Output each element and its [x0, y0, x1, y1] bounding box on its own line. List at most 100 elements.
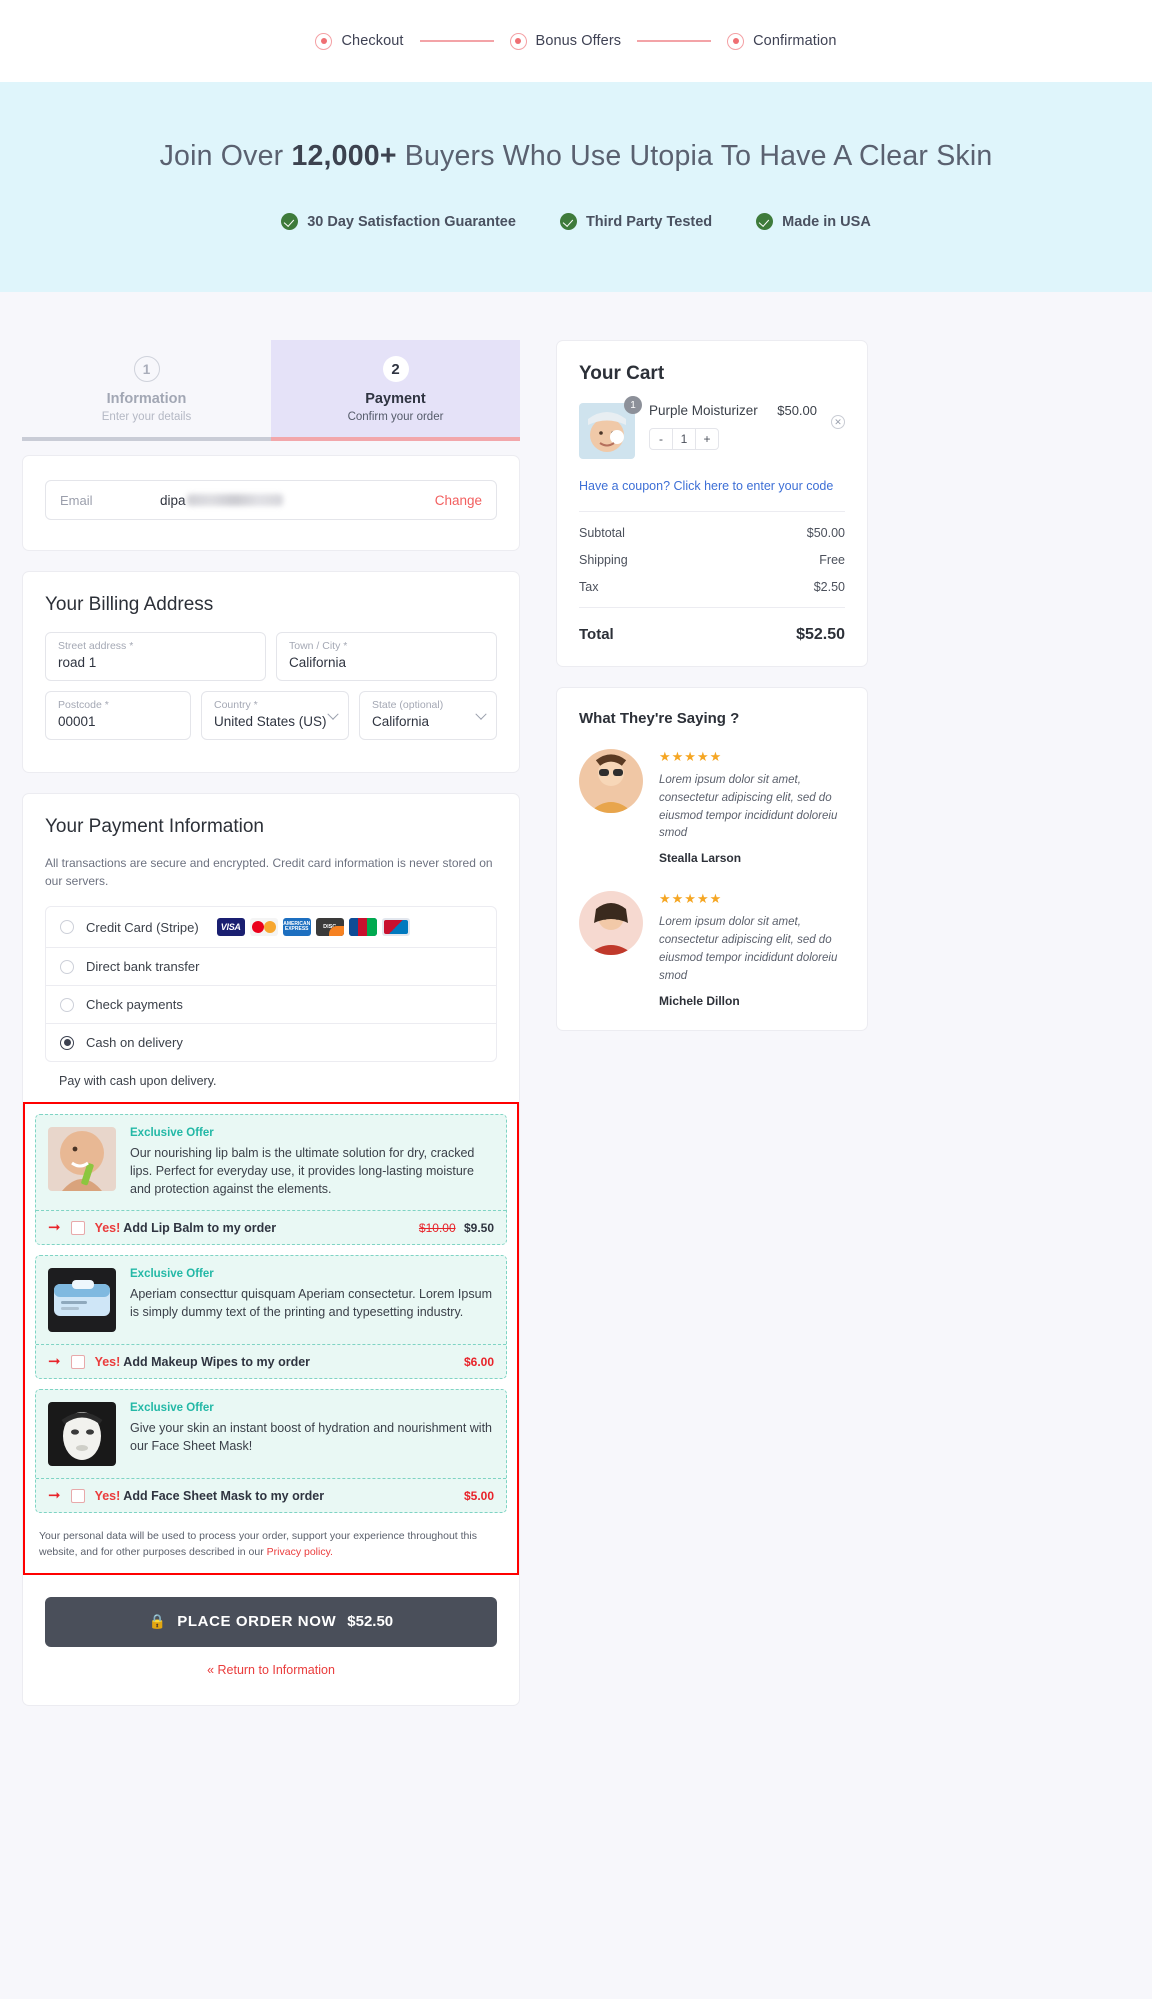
cart-total-row: Total $52.50 — [579, 622, 845, 644]
offer-image — [48, 1402, 116, 1467]
close-circle-icon[interactable]: ✕ — [831, 415, 845, 429]
progress-step-bonus-offers[interactable]: Bonus Offers — [509, 32, 622, 50]
testimonial-text: Lorem ipsum dolor sit amet, consectetur … — [659, 916, 838, 982]
cart-total-value: $52.50 — [796, 626, 845, 643]
qty-increase-button[interactable]: + — [696, 429, 718, 449]
cart-item-name: Purple Moisturizer — [649, 403, 758, 418]
hero-heading-pre: Join Over — [159, 140, 292, 172]
privacy-policy-link[interactable]: Privacy policy. — [267, 1546, 333, 1558]
cart-item-qty-badge: 1 — [624, 396, 642, 414]
offer-prices: $5.00 — [464, 1489, 494, 1503]
hero-heading: Join Over 12,000+ Buyers Who Use Utopia … — [0, 140, 1152, 173]
radio-icon[interactable] — [60, 959, 74, 974]
privacy-text: Your personal data will be used to proce… — [39, 1530, 477, 1558]
tab-title: Payment — [365, 391, 426, 407]
town-city-field[interactable]: Town / City * California — [276, 632, 497, 681]
card-brand-icons: VISA AMERICAN EXPRESS DISC — [216, 918, 410, 936]
payment-method-check[interactable]: Check payments — [46, 986, 496, 1024]
offer-checkbox[interactable] — [70, 1354, 85, 1369]
hero-heading-count: 12,000+ — [291, 140, 397, 172]
country-label: Country * — [214, 699, 258, 711]
payment-method-bank-transfer[interactable]: Direct bank transfer — [46, 948, 496, 986]
qty-decrease-button[interactable]: - — [650, 429, 672, 449]
email-row: Email dipa Change — [45, 480, 497, 520]
check-circle-icon — [559, 213, 577, 230]
offer-accept-row[interactable]: ➞ Yes! Add Makeup Wipes to my order $6.0… — [36, 1344, 506, 1378]
offer-prices: $6.00 — [464, 1355, 494, 1369]
country-select[interactable]: Country * United States (US) — [201, 691, 349, 740]
offer-checkbox[interactable] — [70, 1488, 85, 1503]
tab-subtitle: Enter your details — [101, 411, 192, 423]
offer-price: $5.00 — [463, 1488, 494, 1503]
state-select[interactable]: State (optional) California — [359, 691, 497, 740]
checkout-step-tabs: 1 Information Enter your details 2 Payme… — [22, 340, 520, 441]
offer-tag: Exclusive Offer — [130, 1268, 214, 1281]
checkout-progress-bar: Checkout Bonus Offers Confirmation — [0, 0, 1152, 82]
radio-icon-selected[interactable] — [60, 1035, 74, 1050]
tab-payment[interactable]: 2 Payment Confirm your order — [271, 340, 520, 441]
arrow-right-icon: ➞ — [48, 1487, 61, 1505]
progress-connector — [419, 40, 494, 42]
street-address-label: Street address * — [58, 640, 134, 652]
email-change-button[interactable]: Change — [435, 493, 482, 508]
town-city-value: California — [289, 655, 347, 670]
cart-line-item: 1 Purple Moisturizer $50.00 - 1 + ✕ — [579, 396, 845, 459]
payment-security-note: All transactions are secure and encrypte… — [45, 856, 493, 888]
offer-checkbox[interactable] — [70, 1220, 85, 1235]
offer-accept-text: Add Makeup Wipes to my order — [120, 1354, 311, 1369]
offer-price: $6.00 — [463, 1354, 494, 1369]
trust-badge-label: Made in USA — [782, 213, 871, 230]
place-order-label: PLACE ORDER NOW — [177, 1613, 337, 1631]
email-label: Email — [60, 492, 93, 508]
cart-tax-row: Tax $2.50 — [579, 580, 845, 594]
state-value: California — [372, 714, 430, 729]
jcb-icon — [348, 918, 377, 936]
tab-number: 2 — [382, 356, 409, 382]
billing-row-2: Postcode * 00001 Country * United States… — [45, 691, 497, 740]
place-order-button[interactable]: 🔒 PLACE ORDER NOW $52.50 — [45, 1596, 497, 1647]
rating-stars: ★★★★★ — [659, 891, 723, 907]
street-address-field[interactable]: Street address * road 1 — [45, 632, 266, 681]
mastercard-icon — [249, 918, 278, 936]
payment-method-description: Pay with cash upon delivery. — [59, 1074, 217, 1088]
payment-method-credit-card[interactable]: Credit Card (Stripe) VISA AMERICAN EXPRES… — [46, 907, 496, 948]
cart-qty-stepper[interactable]: - 1 + — [649, 428, 719, 450]
radio-icon[interactable] — [60, 920, 74, 934]
progress-step-checkout[interactable]: Checkout — [315, 32, 403, 50]
email-value: dipa — [160, 493, 435, 508]
payment-method-cash-on-delivery[interactable]: Cash on delivery — [46, 1024, 496, 1061]
return-to-information-link[interactable]: « Return to Information — [45, 1663, 497, 1683]
lock-icon: 🔒 — [148, 1613, 167, 1630]
hero-banner: Join Over 12,000+ Buyers Who Use Utopia … — [0, 82, 1152, 292]
progress-connector — [637, 40, 712, 42]
checkout-sidebar: Your Cart 1 Purple Moisturizer $50.00 - … — [556, 340, 868, 1051]
offer-accept-row[interactable]: ➞ Yes! Add Lip Balm to my order $10.00 $… — [36, 1210, 506, 1244]
cart-total-label: Total — [579, 626, 614, 643]
testimonial-author: Michele Dillon — [659, 993, 740, 1008]
postcode-label: Postcode * — [58, 699, 109, 711]
amex-icon: AMERICAN EXPRESS — [282, 918, 311, 936]
check-circle-icon — [281, 213, 299, 230]
qty-value[interactable]: 1 — [672, 429, 696, 449]
billing-row-1: Street address * road 1 Town / City * Ca… — [45, 632, 497, 681]
arrow-right-icon: ➞ — [48, 1219, 61, 1237]
coupon-link[interactable]: Have a coupon? Click here to enter your … — [579, 479, 845, 493]
postcode-field[interactable]: Postcode * 00001 — [45, 691, 191, 740]
cart-tax-value: $2.50 — [813, 580, 845, 594]
email-card: Email dipa Change — [22, 455, 520, 551]
offer-accept-row[interactable]: ➞ Yes! Add Face Sheet Mask to my order $… — [36, 1478, 506, 1512]
trust-badges: 30 Day Satisfaction Guarantee Third Part… — [0, 213, 1152, 230]
cart-subtotal-value: $50.00 — [806, 526, 845, 540]
divider — [579, 607, 845, 608]
tab-title: Information — [106, 391, 187, 407]
tab-information[interactable]: 1 Information Enter your details — [22, 340, 271, 441]
arrow-right-icon: ➞ — [48, 1353, 61, 1371]
testimonials-title: What They're Saying ? — [579, 710, 740, 727]
cart-subtotal-row: Subtotal $50.00 — [579, 526, 845, 540]
trust-badge-label: Third Party Tested — [585, 213, 713, 230]
radio-icon[interactable] — [60, 997, 74, 1012]
payment-method-label: Cash on delivery — [86, 1035, 183, 1050]
checkout-page: 1 Information Enter your details 2 Payme… — [0, 292, 1152, 1766]
progress-step-confirmation[interactable]: Confirmation — [727, 32, 836, 50]
cart-title: Your Cart — [579, 363, 665, 384]
